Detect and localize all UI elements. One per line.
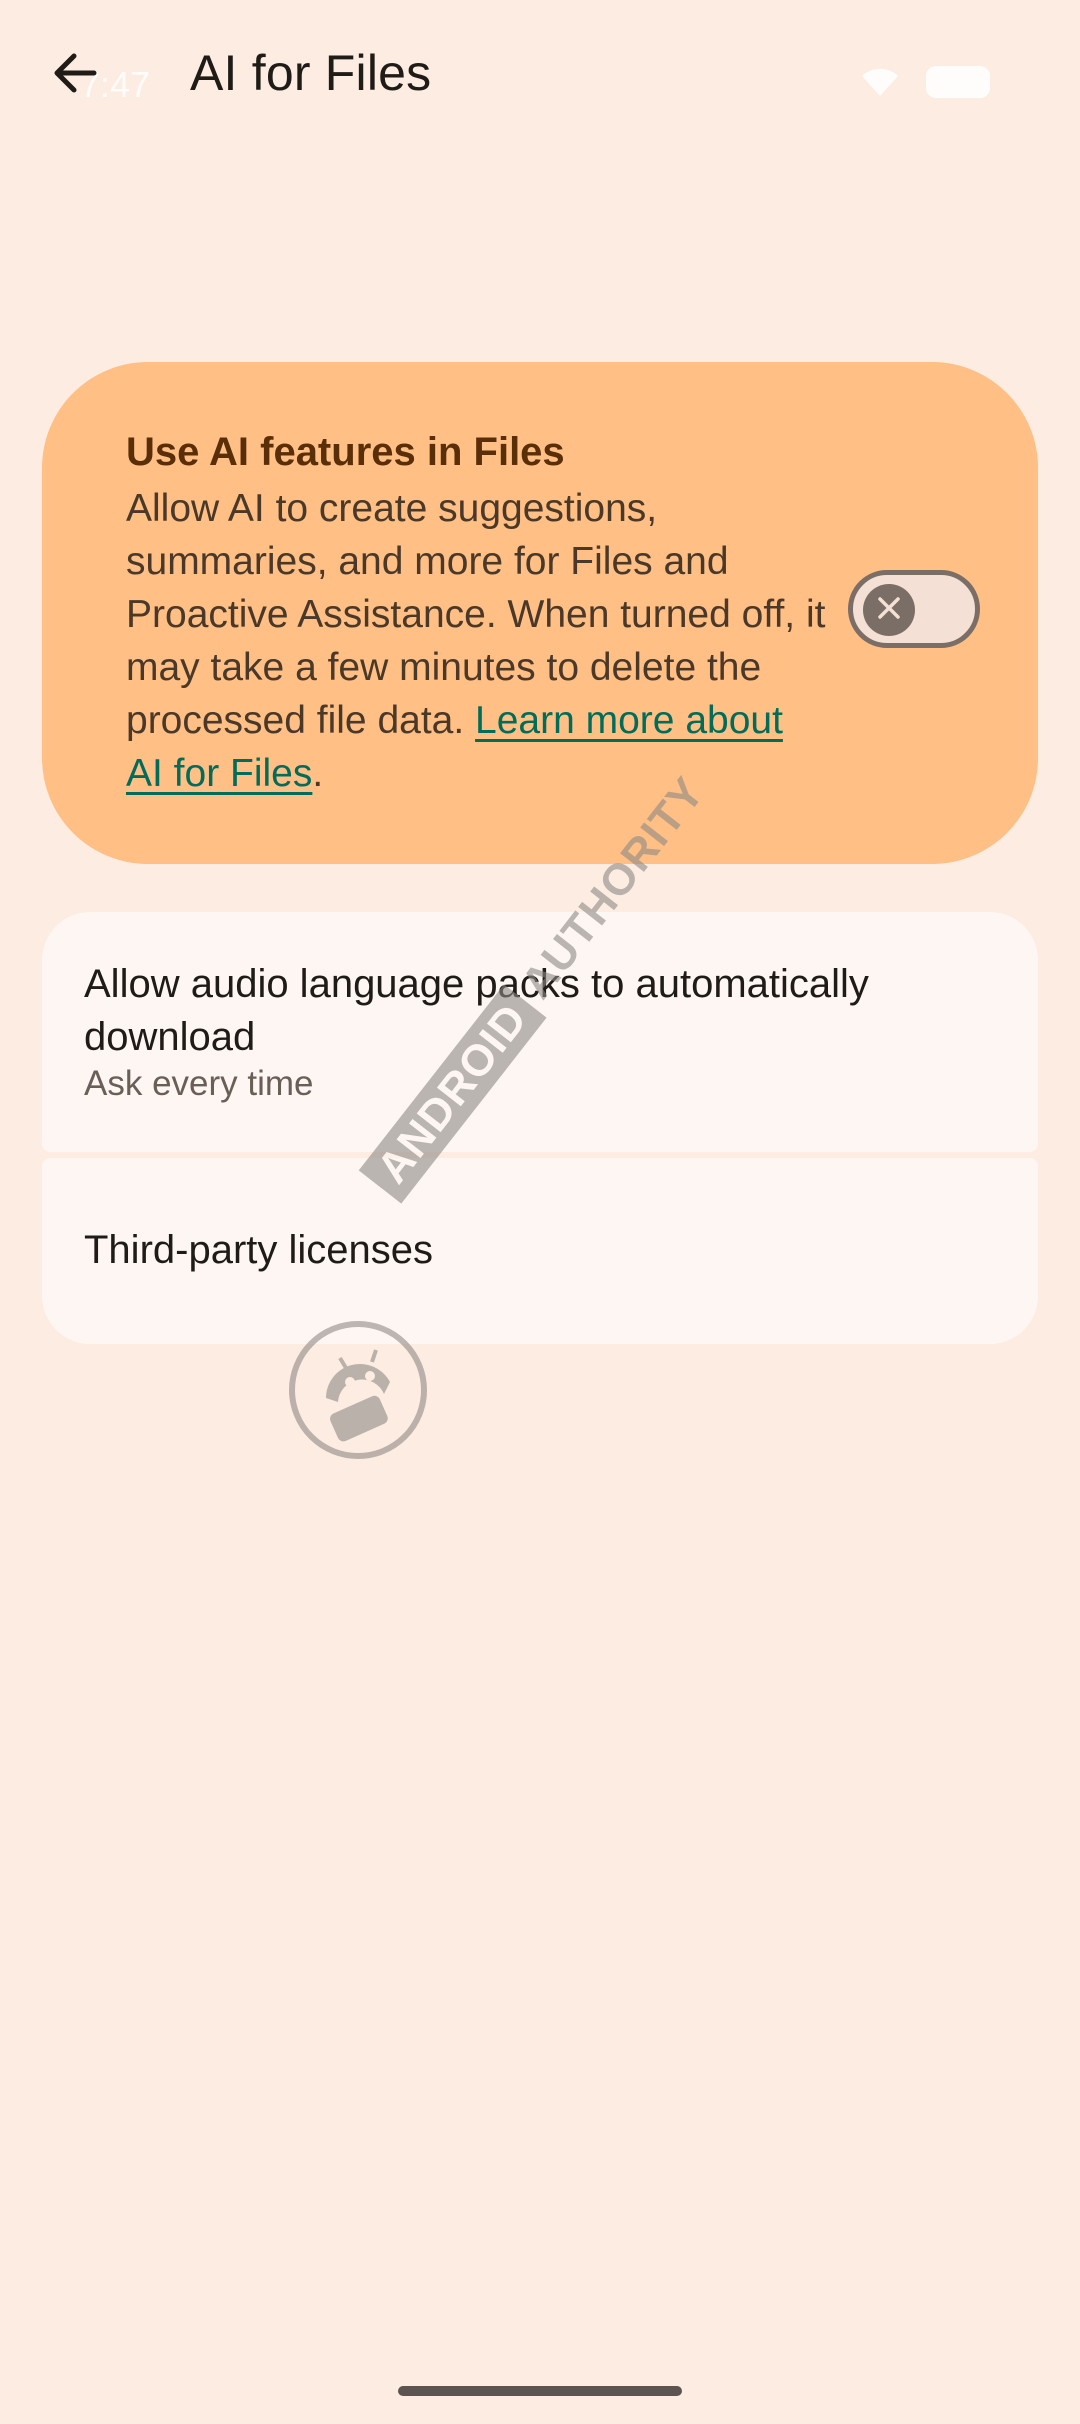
top-app-bar: AI for Files bbox=[0, 30, 1080, 140]
setting-audio-language-packs[interactable]: Allow audio language packs to automatica… bbox=[42, 912, 1038, 1152]
back-button[interactable] bbox=[40, 40, 110, 110]
setting-third-party-licenses-title: Third-party licenses bbox=[84, 1228, 434, 1272]
setting-third-party-licenses[interactable]: Third-party licenses bbox=[42, 1158, 1038, 1344]
ai-features-card: Use AI features in Files Allow AI to cre… bbox=[42, 362, 1038, 864]
setting-audio-language-packs-title: Allow audio language packs to automatica… bbox=[84, 962, 869, 1059]
ai-features-toggle[interactable] bbox=[848, 570, 980, 648]
page-title: AI for Files bbox=[190, 45, 432, 101]
ai-features-description: Allow AI to create suggestions, summarie… bbox=[126, 482, 826, 800]
arrow-back-icon bbox=[50, 48, 100, 103]
toggle-thumb bbox=[863, 584, 915, 636]
setting-audio-language-packs-value: Ask every time bbox=[84, 1064, 314, 1103]
close-icon bbox=[876, 595, 902, 626]
description-trailing-period: . bbox=[312, 752, 324, 795]
home-indicator[interactable] bbox=[398, 2386, 682, 2396]
settings-list: Allow audio language packs to automatica… bbox=[42, 912, 1038, 1344]
ai-features-title: Use AI features in Files bbox=[126, 430, 565, 474]
